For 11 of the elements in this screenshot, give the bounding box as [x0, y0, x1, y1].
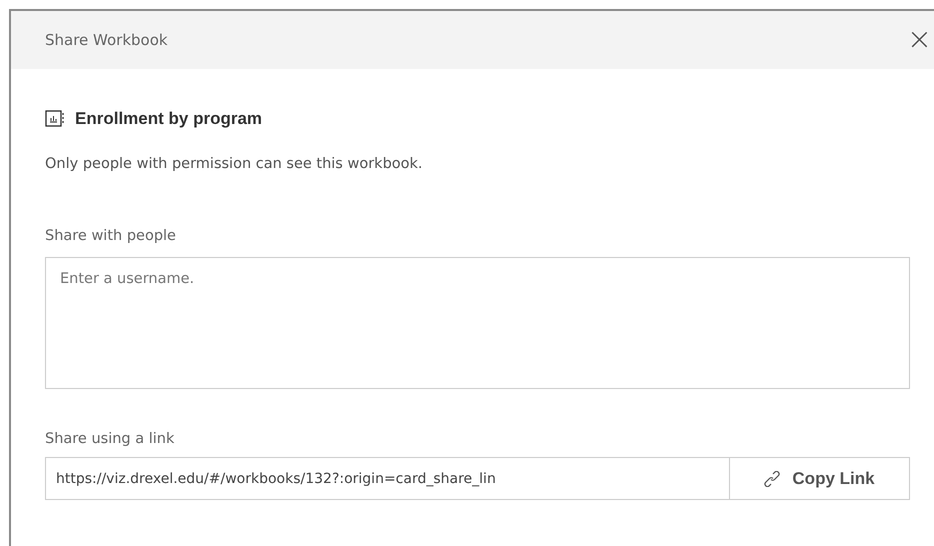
close-button[interactable]: × — [904, 25, 934, 55]
chart-icon — [45, 110, 65, 128]
field-label: Share using a link — [45, 431, 176, 447]
link-icon — [764, 470, 780, 486]
permission-text: Only people with permission can see this workbook. — [45, 156, 424, 172]
workbook-name: Enrollment by program — [75, 109, 262, 129]
field-label: Share with people — [45, 228, 177, 244]
copy-link-button[interactable]: Copy Link — [730, 457, 910, 500]
dialog-title: Share Workbook — [45, 31, 168, 49]
username-field[interactable]: Enter a username. — [45, 257, 910, 389]
link-field[interactable]: https://viz.drexel.edu/#/workbooks/132?:origin=card_share_lin — [45, 457, 730, 500]
